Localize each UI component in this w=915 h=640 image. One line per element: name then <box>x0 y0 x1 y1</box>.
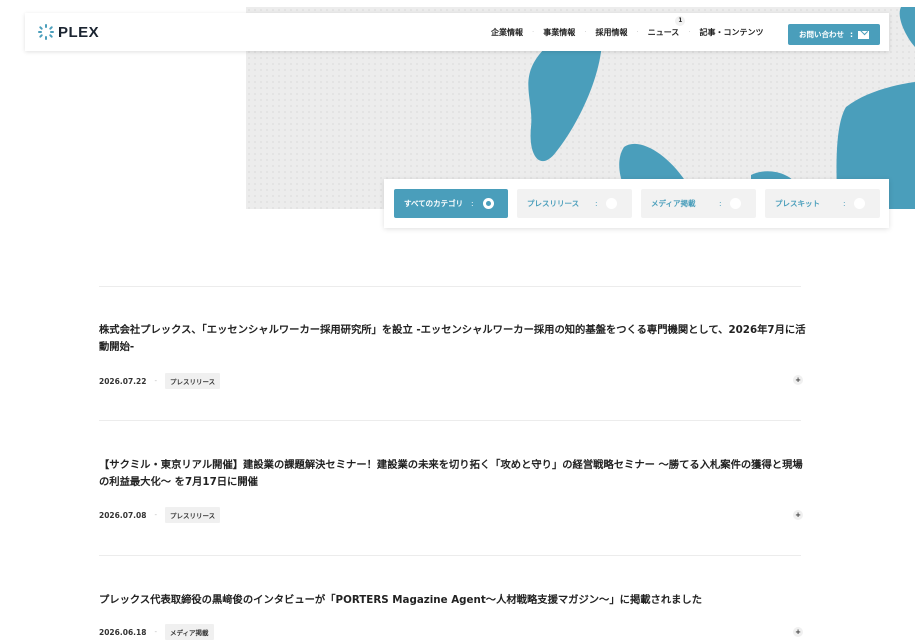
category-filter: すべてのカテゴリ : プレスリリース : メディア掲載 : プレスキット : <box>384 179 889 228</box>
category-label: プレスリリース <box>527 199 580 208</box>
news-meta: 2026.07.08 - プレスリリース <box>99 507 221 523</box>
meta-separator: - <box>154 511 157 519</box>
category-colon: : <box>719 199 722 208</box>
news-title-link[interactable]: プレックス代表取締役の黒﨑俊のインタビューが「PORTERS Magazine … <box>99 592 811 609</box>
logo[interactable]: PLEX <box>37 23 99 41</box>
radio-icon <box>854 198 865 209</box>
meta-separator: - <box>154 377 157 385</box>
plex-logo-icon <box>38 24 54 40</box>
category-media-button[interactable]: メディア掲載 : <box>641 189 756 218</box>
expand-icon[interactable]: + <box>793 375 803 385</box>
category-all-button[interactable]: すべてのカテゴリ : <box>394 189 508 218</box>
nav-separator: · <box>532 28 535 36</box>
nav-item-label: 企業情報 <box>491 27 523 37</box>
category-press-kit-button[interactable]: プレスキット : <box>765 189 880 218</box>
logo-text: PLEX <box>58 23 100 41</box>
radio-icon <box>606 198 617 209</box>
news-meta: 2026.07.22 - プレスリリース <box>99 373 221 389</box>
site-header: PLEX 企業情報 · 事業情報 · 採用情報 · ニュース 1 · 記事・コン… <box>25 13 889 51</box>
divider <box>99 286 801 287</box>
contact-button-colon: : <box>850 30 853 39</box>
category-colon: : <box>595 199 598 208</box>
category-label: メディア掲載 <box>651 199 696 208</box>
nav-separator: · <box>636 28 639 36</box>
nav-item-news[interactable]: ニュース 1 <box>647 15 686 38</box>
nav-item-company[interactable]: 企業情報 <box>491 27 523 38</box>
mail-icon <box>858 30 869 39</box>
news-date: 2026.07.22 <box>99 376 147 386</box>
category-press-release-button[interactable]: プレスリリース : <box>517 189 632 218</box>
category-colon: : <box>843 199 846 208</box>
radio-selected-icon <box>483 198 494 209</box>
expand-icon[interactable]: + <box>793 510 803 520</box>
nav-separator: · <box>584 28 587 36</box>
nav-item-recruit[interactable]: 採用情報 <box>595 27 627 38</box>
news-category-tag[interactable]: プレスリリース <box>164 373 221 389</box>
nav-separator: · <box>688 28 691 36</box>
divider <box>99 420 801 421</box>
nav-item-label: ニュース <box>647 27 680 37</box>
news-category-tag[interactable]: プレスリリース <box>164 507 221 523</box>
nav-item-label: 記事・コンテンツ <box>699 27 764 37</box>
nav-item-label: 採用情報 <box>595 27 628 37</box>
contact-button[interactable]: お問い合わせ : <box>788 24 880 45</box>
category-colon: : <box>471 199 474 208</box>
news-date: 2026.07.08 <box>99 510 147 520</box>
expand-icon[interactable]: + <box>793 627 803 637</box>
nav-item-business[interactable]: 事業情報 <box>543 27 575 38</box>
radio-icon <box>730 198 741 209</box>
news-date: 2026.06.18 <box>99 627 147 637</box>
news-title-link[interactable]: 【サクミル・東京リアル開催】建設業の課題解決セミナー！建設業の未来を切り拓く「攻… <box>99 457 811 491</box>
nav-item-label: 事業情報 <box>543 27 576 37</box>
nav-item-articles[interactable]: 記事・コンテンツ <box>700 27 764 38</box>
news-category-tag[interactable]: メディア掲載 <box>164 624 214 640</box>
contact-button-label: お問い合わせ <box>799 30 844 39</box>
category-label: すべてのカテゴリ <box>404 199 464 208</box>
main-nav: 企業情報 · 事業情報 · 採用情報 · ニュース 1 · 記事・コンテンツ <box>491 13 764 51</box>
divider <box>99 555 801 556</box>
news-count-badge: 1 <box>675 15 686 26</box>
news-title-link[interactable]: 株式会社プレックス、「エッセンシャルワーカー採用研究所」を設立 -エッセンシャル… <box>99 322 811 356</box>
category-label: プレスキット <box>775 199 820 208</box>
news-meta: 2026.06.18 - メディア掲載 <box>99 624 214 640</box>
